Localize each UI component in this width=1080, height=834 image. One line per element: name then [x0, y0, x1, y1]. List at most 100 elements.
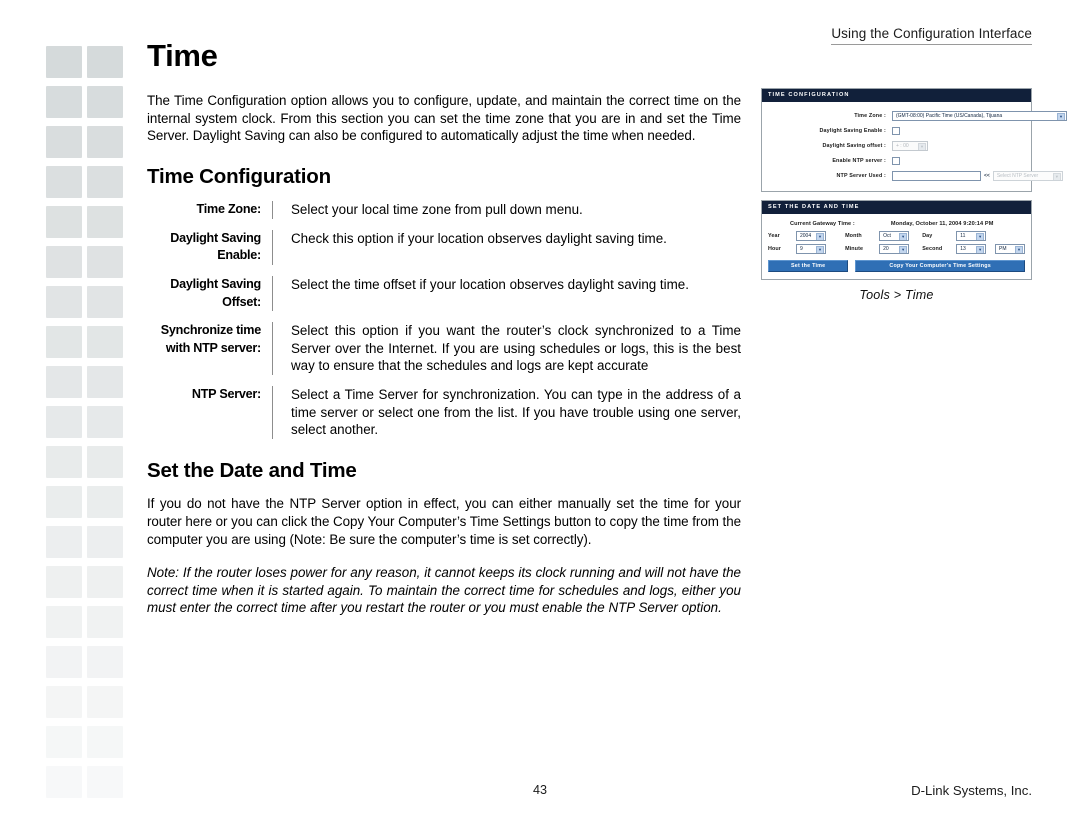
second-select[interactable]: 13 ▾ [956, 244, 987, 254]
decorative-square [87, 606, 123, 638]
decorative-square-row [46, 86, 126, 126]
time-zone-row: Time Zone : (GMT-08:00) Pacific Time (US… [768, 109, 1067, 122]
minute-select[interactable]: 20 ▾ [879, 244, 910, 254]
set-date-paragraph: If you do not have the NTP Server option… [147, 496, 741, 547]
ntp-server-used-input[interactable] [892, 170, 981, 181]
decorative-square [46, 206, 82, 238]
ampm-select[interactable]: PM ▾ [994, 244, 1025, 254]
enable-ntp-server-label: Enable NTP server : [832, 157, 886, 164]
month-field-group: Month Oct ▾ [845, 231, 922, 241]
time-configuration-panel-body: Time Zone : (GMT-08:00) Pacific Time (US… [762, 102, 1067, 191]
decorative-square-row [46, 686, 126, 726]
decorative-square [46, 646, 82, 678]
definition-row: NTP Server: Select a Time Server for syn… [147, 386, 741, 439]
definition-row: Daylight Saving Enable: Check this optio… [147, 229, 741, 266]
time-configuration-panel-title: TIME CONFIGURATION [762, 89, 1031, 102]
decorative-square-row [46, 126, 126, 166]
note-paragraph: Note: If the router loses power for any … [147, 565, 741, 616]
minute-field-group: Minute 20 ▾ [845, 244, 922, 254]
chevron-down-icon: ▾ [976, 246, 985, 253]
day-label: Day [922, 233, 933, 239]
daylight-saving-offset-select[interactable]: + : 00 ▾ [892, 140, 928, 151]
intro-paragraph: The Time Configuration option allows you… [147, 93, 741, 144]
daylight-saving-enable-row: Daylight Saving Enable : [768, 124, 1025, 137]
decorative-square-row [46, 366, 126, 406]
decorative-square [87, 406, 123, 438]
second-field-group: Second 13 ▾ [922, 244, 988, 254]
set-date-and-time-panel-body: Current Gateway Time : Monday, October 1… [762, 214, 1031, 279]
daylight-saving-enable-checkbox[interactable] [892, 126, 900, 135]
current-gateway-time-label: Current Gateway Time : [790, 221, 855, 227]
decorative-square [87, 46, 123, 78]
decorative-square [46, 606, 82, 638]
definition-row: Synchronize time with NTP server: Select… [147, 322, 741, 376]
time-zone-select[interactable]: (GMT-08:00) Pacific Time (US/Canada), Ti… [892, 110, 1067, 121]
decorative-square [46, 46, 82, 78]
decorative-square [87, 686, 123, 718]
time-configuration-panel: TIME CONFIGURATION Time Zone : (GMT-08:0… [761, 88, 1067, 192]
decorative-square-grid [46, 46, 126, 798]
decorative-square [46, 126, 82, 158]
decorative-square [46, 406, 82, 438]
definition-term: NTP Server: [191, 387, 261, 402]
chevron-down-icon: ▾ [1052, 172, 1061, 180]
daylight-saving-enable-label: Daylight Saving Enable : [819, 127, 886, 134]
enable-ntp-server-checkbox[interactable] [892, 156, 900, 165]
decorative-square-row [46, 46, 126, 86]
ntp-server-used-row: NTP Server Used : << Select NTP Server ▾ [768, 169, 1063, 182]
decorative-square [46, 286, 82, 318]
decorative-square-row [46, 446, 126, 486]
chevron-down-icon: ▾ [1014, 246, 1023, 253]
copy-computer-time-settings-button[interactable]: Copy Your Computer's Time Settings [855, 260, 1025, 272]
document-page: Using the Configuration Interface Time T… [0, 0, 1080, 834]
chevron-down-icon: ▾ [976, 233, 985, 240]
decorative-square [87, 726, 123, 758]
hour-value: 9 [800, 246, 803, 252]
month-select[interactable]: Oct ▾ [879, 231, 910, 241]
day-select[interactable]: 11 ▾ [956, 231, 987, 241]
hour-select[interactable]: 9 ▾ [796, 244, 826, 254]
decorative-square [87, 766, 123, 798]
decorative-square [87, 366, 123, 398]
main-content-column: Time The Time Configuration option allow… [147, 40, 741, 617]
enable-ntp-server-row: Enable NTP server : [768, 154, 1025, 167]
decorative-square [46, 446, 82, 478]
decorative-square [87, 446, 123, 478]
time-zone-label: Time Zone : [854, 112, 886, 119]
year-select[interactable]: 2004 ▾ [796, 231, 826, 241]
select-ntp-server-value: Select NTP Server [996, 172, 1039, 179]
current-gateway-time-row: Current Gateway Time : Monday, October 1… [768, 221, 1025, 227]
running-header: Using the Configuration Interface [831, 26, 1032, 45]
date-fields-row: Year 2004 ▾ Month Oct ▾ Day 11 ▾ [768, 231, 1025, 241]
decorative-square-row [46, 526, 126, 566]
definition-description: Select this option if you want the route… [291, 323, 741, 374]
decorative-square-row [46, 286, 126, 326]
minute-value: 20 [883, 246, 889, 252]
decorative-square-row [46, 326, 126, 366]
year-value: 2004 [800, 233, 812, 239]
ntp-server-arrows-label: << [984, 172, 990, 179]
set-the-time-button[interactable]: Set the Time [768, 260, 849, 272]
decorative-square [46, 486, 82, 518]
decorative-square-row [46, 566, 126, 606]
definition-description: Select your local time zone from pull do… [291, 202, 583, 218]
ampm-value: PM [998, 246, 1007, 252]
daylight-saving-offset-label: Daylight Saving offset : [822, 142, 886, 149]
decorative-square [87, 206, 123, 238]
definition-row: Daylight Saving Offset: Select the time … [147, 276, 741, 312]
select-ntp-server-dropdown[interactable]: Select NTP Server ▾ [992, 170, 1063, 181]
decorative-square [87, 246, 123, 278]
ampm-field-group: PM ▾ [988, 244, 1025, 254]
year-label: Year [768, 233, 780, 239]
day-value: 11 [960, 233, 966, 239]
decorative-square [46, 766, 82, 798]
hour-field-group: Hour 9 ▾ [768, 244, 845, 254]
year-field-group: Year 2004 ▾ [768, 231, 845, 241]
set-date-and-time-panel-title: SET THE DATE AND TIME [762, 201, 1031, 214]
month-label: Month [845, 233, 862, 239]
time-fields-row: Hour 9 ▾ Minute 20 ▾ Second 13 ▾ PM ▾ [768, 244, 1025, 254]
set-date-and-time-panel: SET THE DATE AND TIME Current Gateway Ti… [761, 200, 1032, 280]
chevron-down-icon: ▾ [1057, 112, 1065, 120]
date-time-button-row: Set the Time Copy Your Computer's Time S… [768, 260, 1025, 272]
second-label: Second [922, 246, 943, 252]
